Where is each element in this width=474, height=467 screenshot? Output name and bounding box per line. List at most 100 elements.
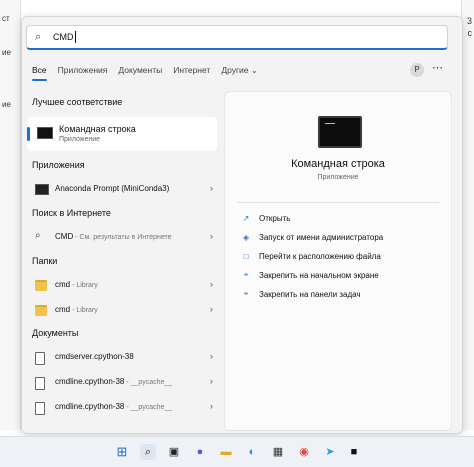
tab-documents[interactable]: Документы xyxy=(118,65,162,81)
chevron-right-icon[interactable]: › xyxy=(210,304,213,314)
list-item[interactable]: Anaconda Prompt (MiniConda3) › xyxy=(27,179,217,199)
text-caret xyxy=(74,31,76,43)
shield-icon: ◈ xyxy=(242,232,250,242)
document-location: - __pycache__ xyxy=(124,379,173,386)
section-apps: Приложения xyxy=(32,160,85,170)
file-icon xyxy=(35,377,45,390)
cmd-icon xyxy=(37,127,53,139)
folder-open-icon: □ xyxy=(243,251,249,261)
action-pin-taskbar[interactable]: ⌖ Закрепить на панели задач xyxy=(239,286,361,302)
action-open[interactable]: ↗ Открыть xyxy=(239,210,291,226)
open-icon: ↗ xyxy=(242,213,250,223)
section-folders: Папки xyxy=(32,256,58,266)
search-input[interactable]: ⌕ CMD xyxy=(26,25,448,50)
divider xyxy=(237,202,439,203)
pin-icon: ⌖ xyxy=(243,270,249,279)
action-pin-start[interactable]: ⌖ Закрепить на начальном экране xyxy=(239,267,379,283)
document-location: - __pycache__ xyxy=(124,404,173,411)
action-label: Закрепить на панели задач xyxy=(259,289,361,299)
windows-start-icon[interactable]: ⊞ xyxy=(114,444,130,460)
background-window-left: ст ие ие xyxy=(0,0,21,430)
section-documents: Документы xyxy=(32,328,79,338)
list-item-label: Anaconda Prompt (MiniConda3) xyxy=(55,184,170,193)
chevron-right-icon[interactable]: › xyxy=(210,183,213,193)
chevron-right-icon[interactable]: › xyxy=(210,401,213,411)
folder-icon xyxy=(35,280,47,291)
task-view-icon[interactable]: ▣ xyxy=(166,444,182,460)
tab-web[interactable]: Интернет xyxy=(173,65,210,81)
search-icon[interactable]: ⌕ xyxy=(140,444,156,460)
section-best-match: Лучшее соответствие xyxy=(32,97,123,107)
best-match-name: Командная строка xyxy=(59,124,136,134)
action-label: Запуск от имени администратора xyxy=(259,232,384,242)
chevron-right-icon[interactable]: › xyxy=(210,279,213,289)
list-item-label: cmdserver.cpython-38 xyxy=(55,352,134,361)
edge-browser-icon[interactable]: ◐ xyxy=(244,444,260,460)
action-label: Открыть xyxy=(259,213,291,223)
chevron-right-icon[interactable]: › xyxy=(210,376,213,386)
tab-apps[interactable]: Приложения xyxy=(58,65,108,81)
more-options-icon[interactable]: ⋯ xyxy=(432,61,444,74)
list-item-label: CMD - См. результаты в Интернете xyxy=(55,232,172,241)
document-name: cmdline.cpython-38 xyxy=(55,402,125,411)
list-item[interactable]: cmdline.cpython-38 - __pycache__ › xyxy=(27,397,217,417)
action-label: Закрепить на начальном экране xyxy=(259,270,379,280)
list-item-label: cmdline.cpython-38 - __pycache__ xyxy=(55,402,172,411)
file-explorer-icon[interactable]: ▬ xyxy=(218,444,234,460)
folder-name: cmd xyxy=(55,305,71,314)
preview-subtitle: Приложение xyxy=(317,174,359,181)
folder-location: - Library xyxy=(70,307,98,314)
search-panel: ⌕ CMD Все Приложения Документы Интернет … xyxy=(21,16,463,434)
search-value: CMD xyxy=(53,32,74,42)
web-query: CMD xyxy=(55,232,74,241)
pin-icon: ⌖ xyxy=(243,289,249,298)
best-match-type: Приложение xyxy=(59,136,101,143)
terminal-icon[interactable]: ■ xyxy=(346,444,362,460)
background-text: ие xyxy=(2,100,11,109)
list-item[interactable]: cmdserver.cpython-38 › xyxy=(27,347,217,367)
folder-icon xyxy=(35,305,47,316)
preview-title: Командная строка xyxy=(291,158,385,170)
tab-more[interactable]: Другие ⌄ xyxy=(221,65,258,81)
list-item[interactable]: cmd - Library › xyxy=(27,275,217,295)
background-text: ст xyxy=(2,14,10,23)
avatar[interactable]: P xyxy=(410,63,424,77)
list-item-label: cmd - Library xyxy=(55,280,98,289)
taskbar: ⊞ ⌕ ▣ ● ▬ ◐ ▦ ◉ ➤ ■ xyxy=(0,436,474,467)
list-item[interactable]: cmd - Library › xyxy=(27,300,217,320)
chevron-down-icon: ⌄ xyxy=(250,65,259,75)
search-icon: ⌕ xyxy=(35,30,42,43)
background-text: 3 xyxy=(466,16,472,26)
list-item[interactable]: cmdline.cpython-38 - __pycache__ › xyxy=(27,372,217,392)
background-text: с xyxy=(467,28,473,38)
list-item-label: cmdline.cpython-38 - __pycache__ xyxy=(55,377,172,386)
folder-name: cmd xyxy=(55,280,71,289)
chevron-right-icon[interactable]: › xyxy=(210,231,213,241)
chrome-icon[interactable]: ◉ xyxy=(296,444,312,460)
preview-pane: Командная строка Приложение ↗ Открыть ◈ … xyxy=(224,91,452,431)
best-match-item[interactable]: Командная строка Приложение xyxy=(27,117,217,151)
search-icon: ⌕ xyxy=(35,230,41,241)
chat-icon[interactable]: ● xyxy=(192,444,208,460)
terminal-icon xyxy=(35,184,49,195)
background-text: ие xyxy=(2,48,11,57)
action-open-file-location[interactable]: □ Перейти к расположению файла xyxy=(239,248,381,264)
store-icon[interactable]: ▦ xyxy=(270,444,286,460)
action-run-as-admin[interactable]: ◈ Запуск от имени администратора xyxy=(239,229,383,245)
file-icon xyxy=(35,402,45,415)
cmd-large-icon xyxy=(318,116,362,148)
list-item[interactable]: ⌕ CMD - См. результаты в Интернете › xyxy=(27,227,217,247)
action-label: Перейти к расположению файла xyxy=(259,251,381,261)
folder-location: - Library xyxy=(70,282,98,289)
list-item-label: cmd - Library xyxy=(55,305,98,314)
file-icon xyxy=(35,352,45,365)
document-name: cmdserver.cpython-38 xyxy=(55,352,134,361)
document-name: cmdline.cpython-38 xyxy=(55,377,125,386)
filter-tabs: Все Приложения Документы Интернет Другие… xyxy=(32,65,258,81)
web-suffix: - См. результаты в Интернете xyxy=(73,234,172,241)
section-web: Поиск в Интернете xyxy=(32,208,111,218)
tab-all[interactable]: Все xyxy=(32,65,47,81)
telegram-icon[interactable]: ➤ xyxy=(322,444,338,460)
tab-more-label: Другие xyxy=(221,65,249,75)
chevron-right-icon[interactable]: › xyxy=(210,351,213,361)
